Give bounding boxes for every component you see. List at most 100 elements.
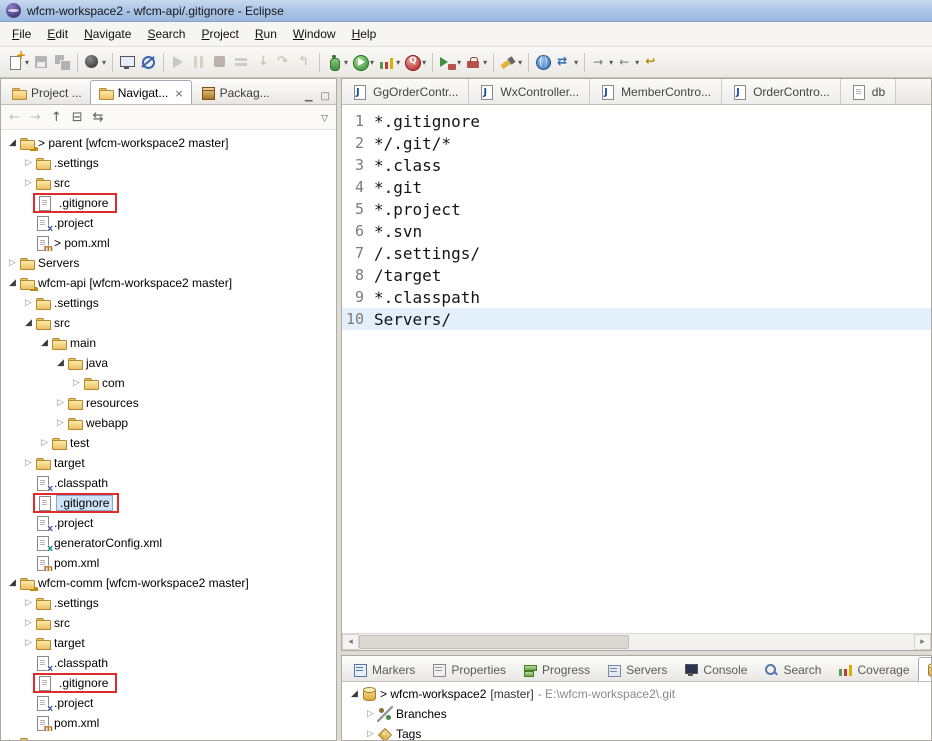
expanded-arrow-icon[interactable]: ◢: [22, 318, 35, 328]
scroll-left-button[interactable]: [342, 634, 359, 650]
collapsed-arrow-icon[interactable]: ▷: [38, 438, 51, 448]
tree-item-pom-xml[interactable]: m pom.xml: [1, 553, 336, 574]
tree-item-resources[interactable]: ▷ resources: [1, 393, 336, 413]
collapsed-arrow-icon[interactable]: ▷: [22, 158, 35, 168]
dropdown-caret-icon[interactable]: ▾: [635, 58, 639, 67]
expanded-arrow-icon[interactable]: ◢: [54, 358, 67, 368]
git-tree-item-tags[interactable]: ▷ Tags: [342, 724, 931, 740]
expanded-arrow-icon[interactable]: ◢: [348, 689, 361, 699]
dropdown-caret-icon[interactable]: ▾: [344, 58, 348, 67]
bottom-tab-progress[interactable]: Progress: [514, 657, 598, 681]
code-line-3[interactable]: 3 *.class: [342, 154, 931, 176]
menu-project[interactable]: Project: [193, 24, 246, 44]
tree-item-settings[interactable]: ▷ .settings: [1, 293, 336, 313]
dropdown-caret-icon[interactable]: ▾: [370, 58, 374, 67]
tree-item-src[interactable]: ◢ src: [1, 313, 336, 333]
tree-item-test[interactable]: ▷ test: [1, 433, 336, 453]
collapsed-arrow-icon[interactable]: ▷: [6, 738, 19, 740]
dropdown-caret-icon[interactable]: ▾: [483, 58, 487, 67]
skip-all-breakpoints-button[interactable]: [138, 50, 159, 75]
tree-item-pom-xml[interactable]: m pom.xml: [1, 713, 336, 734]
menu-help[interactable]: Help: [344, 24, 385, 44]
collapsed-arrow-icon[interactable]: ▷: [22, 638, 35, 648]
tree-item-java[interactable]: ◢ java: [1, 353, 336, 373]
link-editor-button[interactable]: [93, 110, 104, 125]
previous-annotation-button[interactable]: ▾: [615, 50, 641, 75]
tree-item-src[interactable]: ▷ src: [1, 173, 336, 193]
bottom-tab-markers[interactable]: Markers: [344, 657, 423, 681]
tree-item-project[interactable]: x .project: [1, 213, 336, 234]
code-line-6[interactable]: 6 *.svn: [342, 220, 931, 242]
launch-web-browser-button[interactable]: ▾: [82, 50, 108, 75]
maximize-view-button[interactable]: [317, 89, 334, 104]
code-line-2[interactable]: 2 */.git/*: [342, 132, 931, 154]
tree-item-pom-xml[interactable]: m > pom.xml: [1, 233, 336, 254]
view-menu-button[interactable]: [321, 110, 328, 125]
tree-item-target[interactable]: ▷ target: [1, 453, 336, 473]
menu-file[interactable]: File: [4, 24, 39, 44]
run-button[interactable]: ▾: [350, 50, 376, 75]
tree-item-wfcm-api-wfcm-workspace2-master[interactable]: ◢ wfcm-api [wfcm-workspace2 master]: [1, 273, 336, 293]
editor-horizontal-scrollbar[interactable]: [342, 633, 931, 650]
scroll-thumb[interactable]: [359, 635, 629, 649]
view-tab-project[interactable]: Project ...: [3, 80, 90, 104]
bottom-tab-console[interactable]: Console: [675, 657, 755, 681]
editor-tab-ggordercontr[interactable]: J GgOrderContr...: [342, 79, 470, 104]
tree-item-classpath[interactable]: x .classpath: [1, 653, 336, 674]
dropdown-caret-icon[interactable]: ▾: [396, 58, 400, 67]
collapsed-arrow-icon[interactable]: ▷: [22, 178, 35, 188]
collapsed-arrow-icon[interactable]: ▷: [54, 398, 67, 408]
expanded-arrow-icon[interactable]: ◢: [38, 338, 51, 348]
collapsed-arrow-icon[interactable]: ▷: [22, 298, 35, 308]
menu-window[interactable]: Window: [285, 24, 344, 44]
bottom-tab-servers[interactable]: Servers: [598, 657, 675, 681]
tree-item-main[interactable]: ◢ main: [1, 333, 336, 353]
collapsed-arrow-icon[interactable]: ▷: [70, 378, 83, 388]
new-button[interactable]: ▾: [5, 48, 31, 75]
tree-item-parent-wfcm-workspace2-master[interactable]: ◢ > parent [wfcm-workspace2 master]: [1, 133, 336, 153]
tree-item-item[interactable]: ▷: [1, 733, 336, 740]
tree-item-settings[interactable]: ▷ .settings: [1, 593, 336, 613]
collapsed-arrow-icon[interactable]: ▷: [22, 618, 35, 628]
editor-tab-membercontro[interactable]: J MemberContro...: [590, 79, 723, 104]
collapsed-arrow-icon[interactable]: ▷: [6, 258, 19, 268]
bottom-tab-properties[interactable]: Properties: [423, 657, 514, 681]
bottom-tab-coverage[interactable]: Coverage: [829, 657, 917, 681]
last-edit-location-button[interactable]: [641, 50, 662, 75]
tree-item-gitignore[interactable]: .gitignore: [1, 673, 336, 693]
profile-button[interactable]: ▾: [402, 50, 428, 75]
minimize-view-button[interactable]: [301, 89, 317, 104]
collapsed-arrow-icon[interactable]: ▷: [22, 598, 35, 608]
code-line-1[interactable]: 1 *.gitignore: [342, 110, 931, 132]
back-button[interactable]: [9, 110, 20, 125]
code-line-4[interactable]: 4 *.git: [342, 176, 931, 198]
scroll-track[interactable]: [629, 634, 914, 650]
next-annotation-button[interactable]: ▾: [589, 50, 615, 75]
toolbox-button[interactable]: ▾: [463, 50, 489, 75]
up-button[interactable]: [51, 110, 62, 125]
team-synchronize-button[interactable]: ▾: [554, 50, 580, 75]
editor-tab-wxcontroller[interactable]: J WxController...: [469, 79, 591, 104]
expanded-arrow-icon[interactable]: ◢: [6, 138, 19, 148]
tree-item-com[interactable]: ▷ com: [1, 373, 336, 393]
coverage-button[interactable]: ▾: [376, 50, 402, 75]
open-type-button[interactable]: ▾: [498, 50, 524, 75]
tree-item-servers[interactable]: ▷ Servers: [1, 253, 336, 273]
debug-button[interactable]: ▾: [324, 50, 350, 75]
menu-navigate[interactable]: Navigate: [76, 24, 139, 44]
gitignore-editor[interactable]: 1 *.gitignore 2 */.git/* 3 *.class 4 *.git 5 *.pr…: [342, 105, 931, 633]
view-tab-packag[interactable]: Packag...: [192, 80, 278, 104]
collapse-all-button[interactable]: [72, 110, 83, 125]
tree-item-src[interactable]: ▷ src: [1, 613, 336, 633]
dropdown-caret-icon[interactable]: ▾: [422, 58, 426, 67]
dropdown-caret-icon[interactable]: ▾: [518, 58, 522, 67]
tree-item-classpath[interactable]: x .classpath: [1, 473, 336, 494]
dropdown-caret-icon[interactable]: ▾: [457, 58, 461, 67]
dropdown-caret-icon[interactable]: ▾: [609, 58, 613, 67]
tree-item-gitignore[interactable]: .gitignore: [1, 493, 336, 513]
tree-item-target[interactable]: ▷ target: [1, 633, 336, 653]
code-line-9[interactable]: 9 *.classpath: [342, 286, 931, 308]
git-tree-item-branches[interactable]: ▷ Branches: [342, 704, 931, 724]
tree-item-generatorconfig-xml[interactable]: x generatorConfig.xml: [1, 533, 336, 554]
menu-edit[interactable]: Edit: [39, 24, 76, 44]
